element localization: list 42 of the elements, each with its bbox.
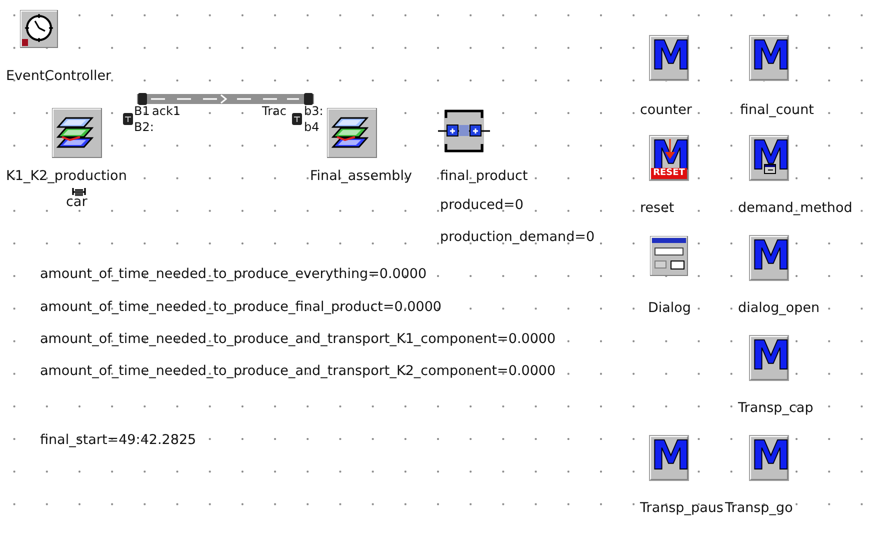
method-icon[interactable]: M: [750, 236, 788, 280]
track-label: Trac: [262, 104, 286, 118]
object-label: car: [66, 194, 88, 210]
track-label: b3:: [304, 104, 324, 118]
object-label: Dialog: [648, 300, 691, 316]
method-icon[interactable]: M: [650, 436, 688, 480]
method-icon[interactable]: M: [750, 336, 788, 380]
variable-value: amount_of_time_needed_to_produce_final_product=0.0000: [40, 299, 442, 315]
variable-value: produced=0: [440, 197, 524, 213]
object-label: final_count: [740, 102, 814, 118]
clock-icon[interactable]: [20, 10, 58, 48]
dialog-window-icon[interactable]: [650, 236, 688, 276]
layers-icon[interactable]: [327, 108, 377, 158]
variable-value: final_start=49:42.2825: [40, 432, 196, 448]
object-label: demand_method: [738, 200, 852, 216]
object-label: K1_K2_production: [6, 168, 127, 184]
object-label: Transp_go: [725, 500, 793, 516]
object-label: dialog_open: [738, 300, 820, 316]
track-label: B1: [134, 104, 150, 118]
variable-value: production_demand=0: [440, 229, 595, 245]
track-drawing[interactable]: [137, 93, 314, 105]
object-label: counter: [640, 102, 692, 118]
object-label: reset: [640, 200, 674, 216]
object-label: Transp_paus: [640, 500, 724, 516]
method-icon[interactable]: M: [750, 36, 788, 80]
method-icon[interactable]: M: [750, 136, 788, 180]
sensor-icon[interactable]: [292, 113, 302, 125]
object-label: Final_assembly: [310, 168, 412, 184]
method-icon[interactable]: M: [650, 36, 688, 80]
car-icon[interactable]: [72, 186, 86, 196]
variable-value: amount_of_time_needed_to_produce_and_transport_K2_component=0.0000: [40, 363, 556, 379]
track-label: B2:: [134, 120, 154, 134]
variable-value: amount_of_time_needed_to_produce_everything=0.0000: [40, 266, 427, 282]
sensor-icon[interactable]: [123, 113, 133, 125]
object-label: Transp_cap: [738, 400, 814, 416]
method-icon[interactable]: M: [750, 436, 788, 480]
variable-value: amount_of_time_needed_to_produce_and_transport_K1_component=0.0000: [40, 331, 556, 347]
track-label: ack1: [152, 104, 181, 118]
layers-icon[interactable]: [52, 108, 102, 158]
object-label: EventController: [6, 68, 112, 84]
object-label: final_product: [440, 168, 528, 184]
track-label: b4: [304, 120, 320, 134]
